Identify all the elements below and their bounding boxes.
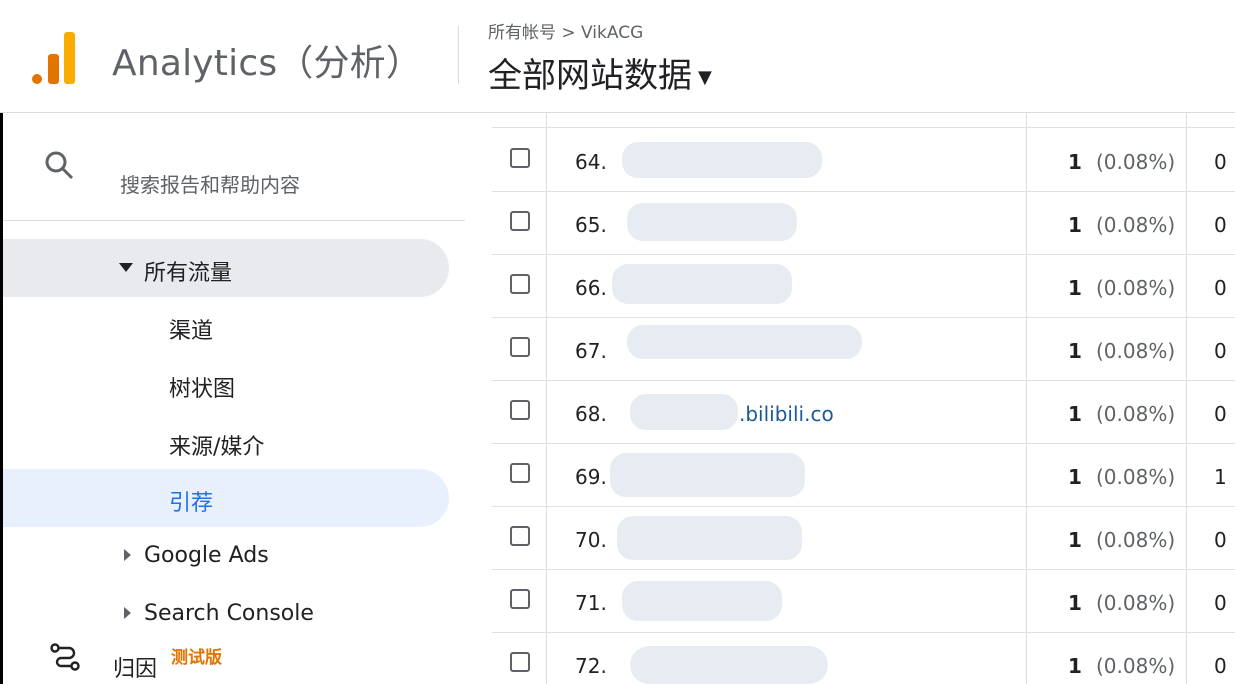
row-extra-value: 0 [1214, 339, 1227, 363]
expand-down-icon [119, 263, 133, 272]
search-label: 搜索报告和帮助内容 [120, 173, 300, 197]
table-row[interactable]: 66. 1 (0.08%) 0 [492, 254, 1235, 318]
sidebar-item-google-ads[interactable]: Google Ads [3, 527, 449, 585]
row-value: 1 [1068, 528, 1082, 552]
table-row[interactable]: 72. 1 (0.08%) 0 [492, 632, 1235, 684]
sidebar-item-channels[interactable]: 渠道 [3, 297, 449, 355]
sidebar-item-label: 来源/媒介 [169, 435, 265, 460]
redacted-source [630, 394, 738, 430]
row-percent: (0.08%) [1096, 402, 1176, 426]
table-row[interactable]: 64. 1 (0.08%) 0 [492, 128, 1235, 192]
row-source-link[interactable]: .bilibili.co [739, 402, 834, 426]
beta-badge: 测试版 [171, 648, 222, 668]
sidebar-item-all-traffic[interactable]: 所有流量 [3, 239, 449, 297]
analytics-logo-icon[interactable] [30, 28, 78, 84]
sidebar-item-label: 渠道 [169, 319, 214, 344]
row-extra-value: 0 [1214, 654, 1227, 678]
row-checkbox[interactable] [510, 589, 530, 609]
table-row[interactable]: 70. 1 (0.08%) 0 [492, 506, 1235, 570]
row-index: 68. [575, 402, 607, 426]
sidebar-item-source-medium[interactable]: 来源/媒介 [3, 413, 449, 471]
row-checkbox[interactable] [510, 274, 530, 294]
row-checkbox[interactable] [510, 463, 530, 483]
row-value: 1 [1068, 150, 1082, 174]
sidebar-item-label: 树状图 [169, 377, 236, 402]
sidebar-item-label: Search Console [144, 601, 314, 626]
row-checkbox[interactable] [510, 148, 530, 168]
row-extra-value: 0 [1214, 213, 1227, 237]
row-checkbox[interactable] [510, 337, 530, 357]
row-value: 1 [1068, 339, 1082, 363]
referral-table: 64. 1 (0.08%) 0 65. 1 (0.08%) 0 66. 1 (0… [492, 113, 1235, 684]
row-extra-value: 0 [1214, 402, 1227, 426]
table-row-partial [492, 113, 1235, 128]
redacted-source [622, 581, 782, 621]
account-breadcrumb[interactable]: 所有帐号 > VikACG [488, 18, 643, 43]
row-percent: (0.08%) [1096, 465, 1176, 489]
property-name: 全部网站数据 [488, 56, 692, 96]
table-row[interactable]: 71. 1 (0.08%) 0 [492, 569, 1235, 633]
redacted-source [630, 646, 828, 684]
row-extra-value: 0 [1214, 150, 1227, 174]
row-index: 69. [575, 465, 607, 489]
row-percent: (0.08%) [1096, 150, 1176, 174]
app-title: Analytics（分析） [112, 43, 423, 84]
row-index: 67. [575, 339, 607, 363]
table-row[interactable]: 67. 1 (0.08%) 0 [492, 317, 1235, 381]
sidebar-item-referrals[interactable]: 引荐 [3, 469, 449, 527]
sidebar-item-treemaps[interactable]: 树状图 [3, 355, 449, 413]
row-checkbox[interactable] [510, 400, 530, 420]
sidebar: 搜索报告和帮助内容 所有流量 渠道 树状图 来源/媒介 引荐 Google Ad… [3, 113, 465, 684]
redacted-source [612, 264, 792, 304]
property-selector[interactable]: 全部网站数据 ▼ [488, 48, 712, 97]
row-checkbox[interactable] [510, 652, 530, 672]
sidebar-item-label: Google Ads [144, 543, 269, 568]
redacted-source [610, 453, 805, 497]
row-percent: (0.08%) [1096, 654, 1176, 678]
row-extra-value: 1 [1214, 465, 1227, 489]
row-extra-value: 0 [1214, 276, 1227, 300]
table-row[interactable]: 69. 1 (0.08%) 1 [492, 443, 1235, 507]
row-index: 72. [575, 654, 607, 678]
row-percent: (0.08%) [1096, 276, 1176, 300]
redacted-source [622, 142, 822, 178]
redacted-source [627, 203, 797, 241]
sidebar-search[interactable]: 搜索报告和帮助内容 [3, 131, 465, 201]
row-checkbox[interactable] [510, 211, 530, 231]
expand-right-icon [124, 549, 131, 561]
table-row[interactable]: 65. 1 (0.08%) 0 [492, 191, 1235, 255]
table-row[interactable]: 68. .bilibili.co 1 (0.08%) 0 [492, 380, 1235, 444]
redacted-source [617, 516, 802, 560]
row-index: 70. [575, 528, 607, 552]
sidebar-item-label: 所有流量 [144, 261, 233, 286]
caret-down-icon: ▼ [698, 67, 712, 88]
row-percent: (0.08%) [1096, 339, 1176, 363]
attribution-label: 归因 [113, 657, 158, 682]
sidebar-divider [3, 220, 465, 221]
row-value: 1 [1068, 213, 1082, 237]
row-index: 65. [575, 213, 607, 237]
header-divider [458, 26, 459, 84]
row-extra-value: 0 [1214, 528, 1227, 552]
sidebar-item-label: 引荐 [169, 491, 214, 516]
row-index: 71. [575, 591, 607, 615]
row-value: 1 [1068, 465, 1082, 489]
expand-right-icon [124, 607, 131, 619]
row-checkbox[interactable] [510, 526, 530, 546]
attribution-icon [50, 643, 80, 671]
app-header: Analytics（分析） 所有帐号 > VikACG 全部网站数据 ▼ [0, 0, 1235, 113]
row-percent: (0.08%) [1096, 528, 1176, 552]
search-icon [45, 151, 74, 180]
row-percent: (0.08%) [1096, 213, 1176, 237]
row-value: 1 [1068, 276, 1082, 300]
sidebar-item-attribution[interactable]: 归因 测试版 [3, 629, 465, 684]
redacted-source [627, 325, 862, 359]
row-extra-value: 0 [1214, 591, 1227, 615]
row-index: 66. [575, 276, 607, 300]
row-value: 1 [1068, 591, 1082, 615]
row-value: 1 [1068, 654, 1082, 678]
row-value: 1 [1068, 402, 1082, 426]
row-percent: (0.08%) [1096, 591, 1176, 615]
row-index: 64. [575, 150, 607, 174]
